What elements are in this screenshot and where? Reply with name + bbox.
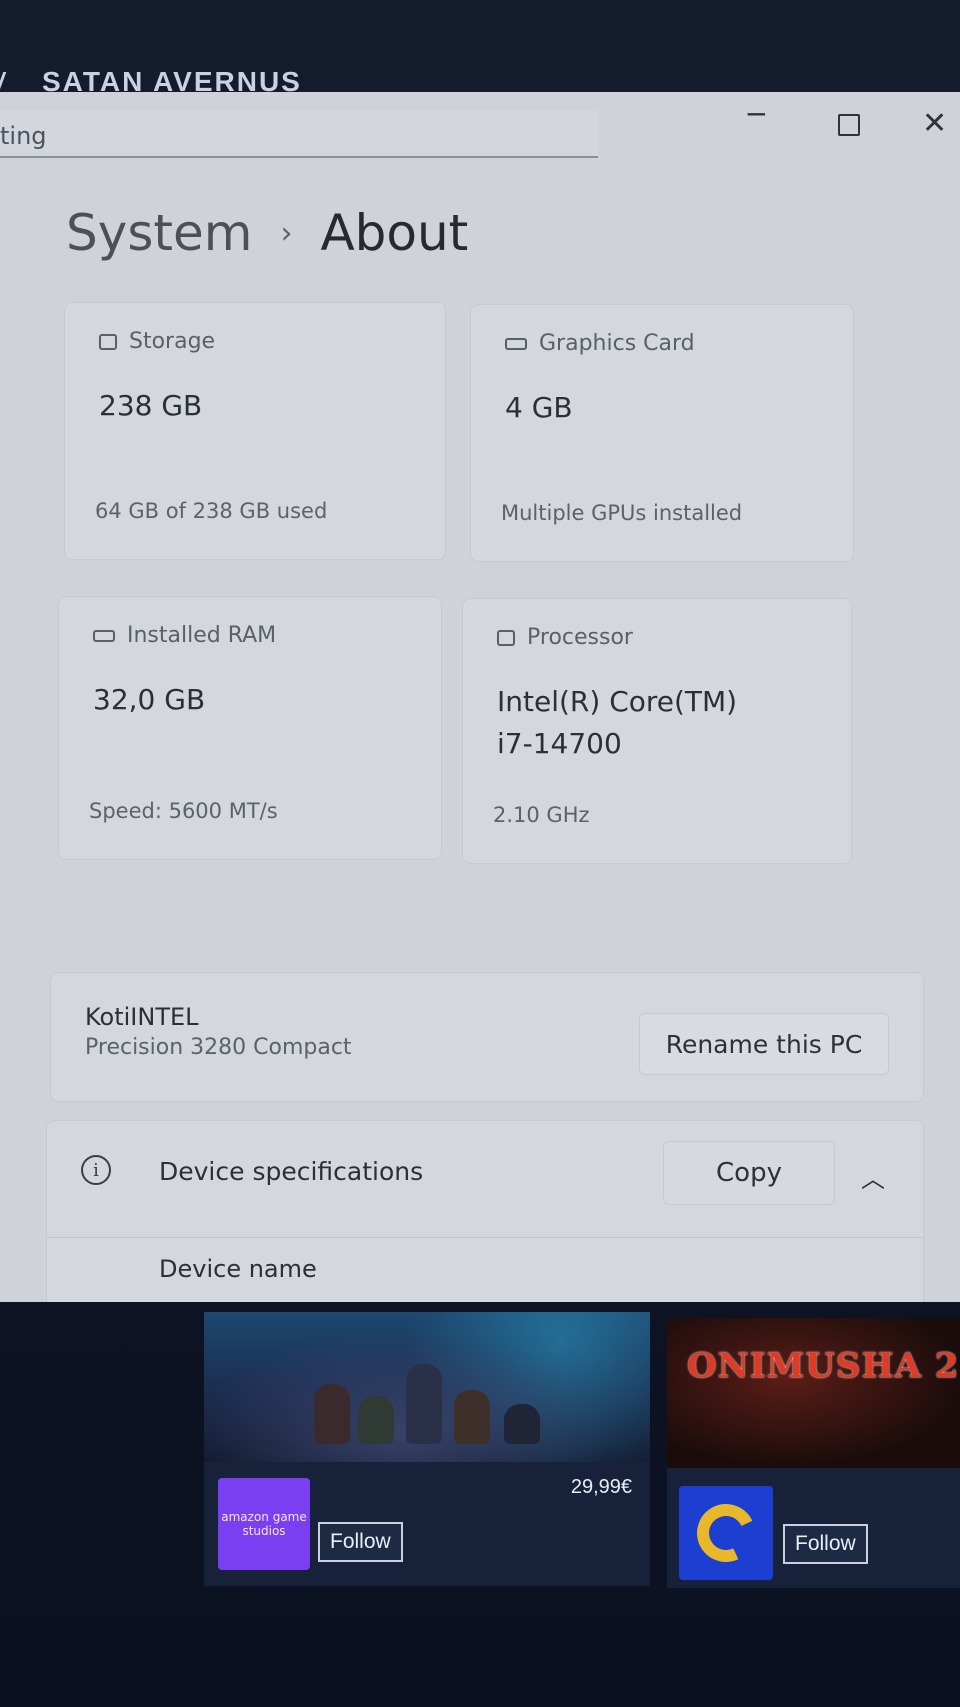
- device-specifications-section: i Device specifications Copy ︿ Device na…: [46, 1120, 924, 1302]
- ram-icon: [93, 629, 115, 642]
- device-name-label: Device name: [159, 1255, 317, 1283]
- game-title-art: ONIMUSHA 2: [687, 1346, 960, 1386]
- graphics-detail: Multiple GPUs installed: [501, 501, 743, 525]
- ram-card[interactable]: Installed RAM 32,0 GB Speed: 5600 MT/s: [58, 596, 442, 860]
- processor-value-line2: i7-14700: [497, 727, 622, 760]
- graphics-label: Graphics Card: [539, 331, 695, 356]
- settings-window: ting ─ ✕ System › About Storage 238 GB 6…: [0, 92, 960, 1302]
- processor-icon: [497, 629, 515, 646]
- info-icon: i: [81, 1155, 111, 1185]
- divider: [47, 1237, 923, 1238]
- storage-label: Storage: [129, 329, 216, 354]
- ram-value: 32,0 GB: [93, 683, 206, 716]
- page-title: About: [320, 204, 469, 262]
- back-icon[interactable]: [0, 72, 15, 90]
- storage-detail: 64 GB of 238 GB used: [95, 499, 328, 523]
- graphics-card-card[interactable]: Graphics Card 4 GB Multiple GPUs install…: [470, 304, 854, 562]
- graphics-header: Graphics Card: [505, 331, 695, 356]
- search-input-text[interactable]: ting: [0, 122, 47, 150]
- graphics-value: 4 GB: [505, 391, 573, 424]
- follow-button[interactable]: Follow: [318, 1522, 403, 1562]
- game-art[interactable]: [204, 1312, 650, 1462]
- game-art-characters: [314, 1354, 554, 1444]
- copy-button[interactable]: Copy: [663, 1141, 835, 1205]
- pc-model: Precision 3280 Compact: [85, 1035, 352, 1060]
- ram-detail: Speed: 5600 MT/s: [89, 799, 278, 823]
- processor-card[interactable]: Processor Intel(R) Core(TM) i7-14700 2.1…: [462, 598, 852, 864]
- maximize-button[interactable]: [838, 114, 860, 136]
- ram-label: Installed RAM: [127, 623, 277, 648]
- storage-icon: [99, 333, 117, 350]
- chevron-up-icon[interactable]: ︿: [861, 1159, 885, 1194]
- capcom-c-icon: [688, 1495, 764, 1571]
- game-card[interactable]: ONIMUSHA 2 Follow: [667, 1318, 960, 1588]
- follow-button[interactable]: Follow: [783, 1524, 868, 1564]
- processor-value-line1: Intel(R) Core(TM): [497, 685, 738, 718]
- capcom-logo[interactable]: [679, 1486, 773, 1580]
- game-card[interactable]: amazon game studios Follow 29,99€: [204, 1312, 650, 1586]
- processor-value: Intel(R) Core(TM) i7-14700: [497, 681, 737, 765]
- rename-pc-button[interactable]: Rename this PC: [639, 1013, 889, 1075]
- storage-card[interactable]: Storage 238 GB 64 GB of 238 GB used: [64, 302, 446, 560]
- storage-value: 238 GB: [99, 389, 203, 422]
- processor-label: Processor: [527, 625, 633, 650]
- search-input[interactable]: ting: [0, 110, 598, 158]
- game-card-footer: amazon game studios Follow 29,99€: [204, 1462, 650, 1586]
- graphics-card-icon: [505, 337, 527, 350]
- ram-header: Installed RAM: [93, 623, 276, 648]
- pc-name: KotiINTEL: [85, 1003, 199, 1031]
- pc-name-card: KotiINTEL Precision 3280 Compact Rename …: [50, 972, 924, 1102]
- processor-header: Processor: [497, 625, 633, 650]
- breadcrumb-system[interactable]: System: [66, 204, 252, 262]
- storage-header: Storage: [99, 329, 215, 354]
- game-card-footer: Follow: [667, 1468, 960, 1588]
- game-price: 29,99€: [570, 1476, 632, 1498]
- device-specifications-title[interactable]: Device specifications: [159, 1157, 423, 1186]
- chevron-right-icon: ›: [280, 215, 293, 251]
- minimize-button[interactable]: ─: [748, 98, 765, 131]
- breadcrumb: System › About: [66, 204, 468, 262]
- processor-detail: 2.10 GHz: [493, 803, 590, 827]
- game-art[interactable]: ONIMUSHA 2: [667, 1318, 960, 1468]
- amazon-game-studios-logo[interactable]: amazon game studios: [218, 1478, 310, 1570]
- close-button[interactable]: ✕: [922, 106, 947, 141]
